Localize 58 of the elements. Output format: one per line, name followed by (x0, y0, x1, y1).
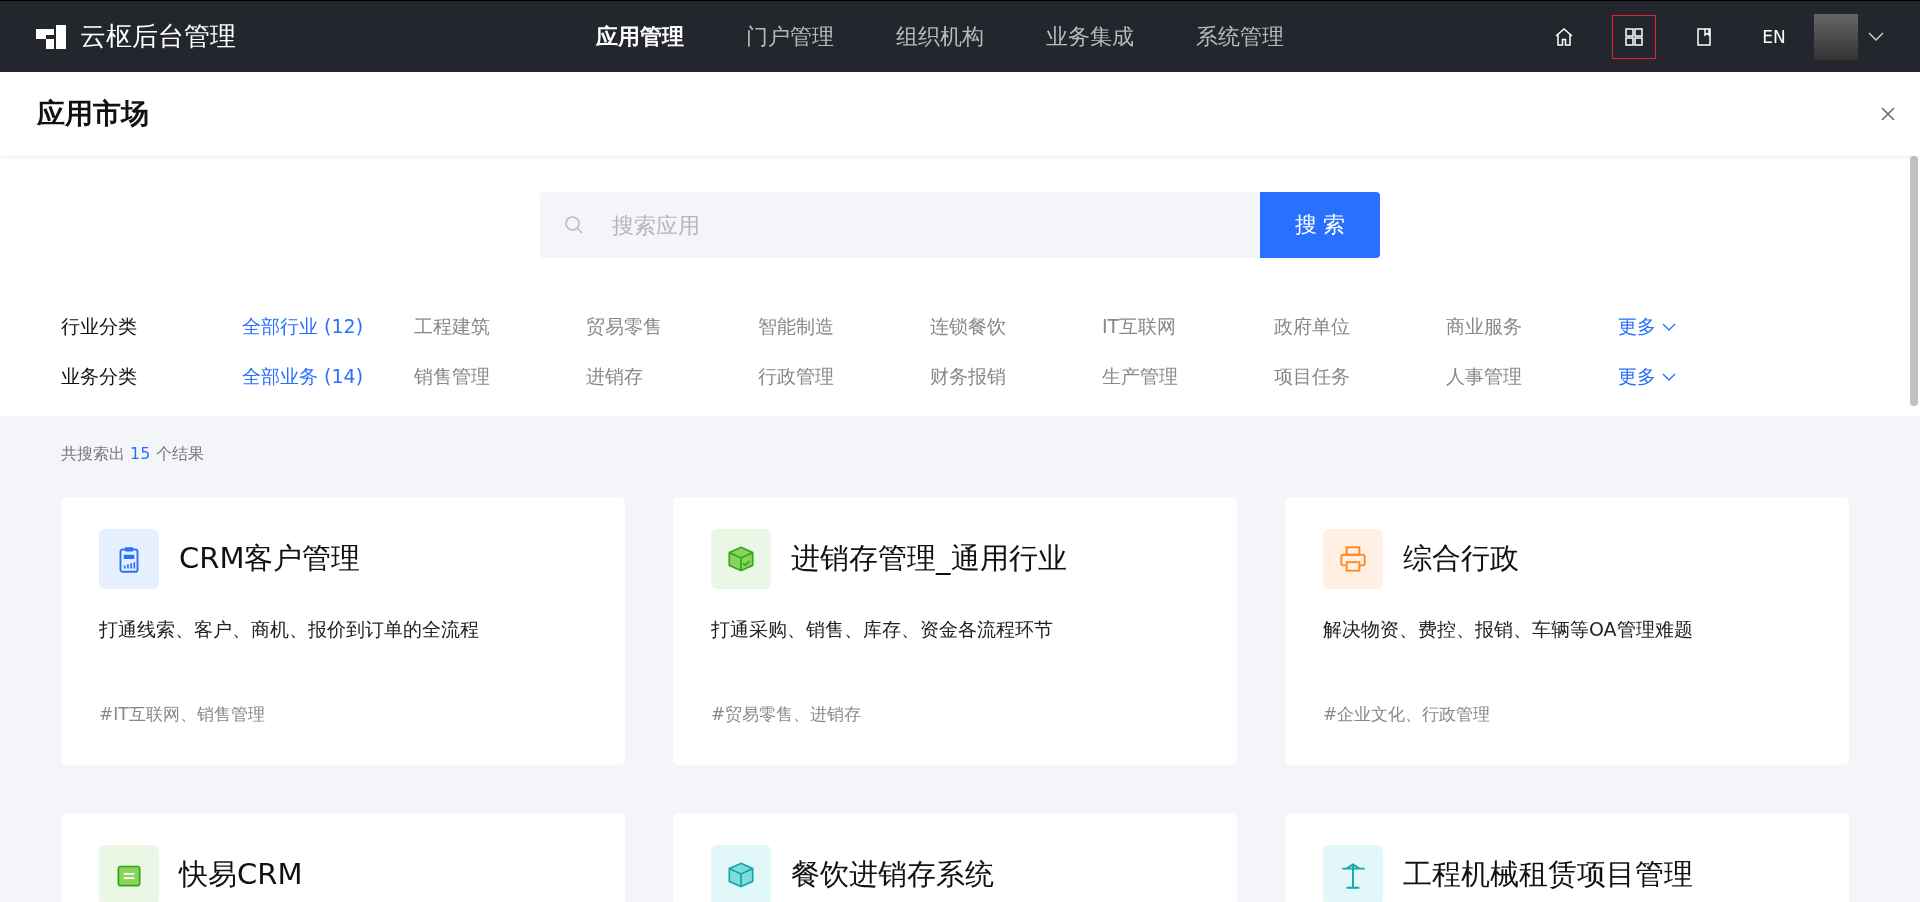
app-title: 工程机械租赁项目管理 (1403, 856, 1693, 893)
app-card[interactable]: CRM客户管理 打通线索、客户、商机、报价到订单的全流程 #IT互联网、销售管理 (61, 497, 625, 765)
nav-tab[interactable]: 组织机构 (896, 21, 984, 52)
app-tags: #企业文化、行政管理 (1323, 703, 1811, 726)
filter-option[interactable]: 进销存 (586, 364, 758, 390)
filter-option[interactable]: 销售管理 (414, 364, 586, 390)
filter-option[interactable]: 人事管理 (1446, 364, 1618, 390)
filter-label: 行业分类 (61, 314, 138, 339)
filter-option[interactable]: 智能制造 (758, 314, 930, 340)
chevron-down-icon[interactable] (1662, 322, 1676, 332)
app-card[interactable]: 进销存管理_通用行业 打通采购、销售、库存、资金各流程环节 #贸易零售、进销存 (673, 497, 1237, 765)
app-card[interactable]: 快易CRM (61, 813, 625, 902)
nav-tab[interactable]: 系统管理 (1196, 21, 1284, 52)
app-card[interactable]: 工程机械租赁项目管理 (1285, 813, 1849, 902)
filter-option[interactable]: 行政管理 (758, 364, 930, 390)
app-card[interactable]: 综合行政 解决物资、费控、报销、车辆等OA管理难题 #企业文化、行政管理 (1285, 497, 1849, 765)
app-description: 解决物资、费控、报销、车辆等OA管理难题 (1323, 617, 1694, 642)
app-title: 综合行政 (1403, 540, 1519, 577)
app-description: 打通线索、客户、商机、报价到订单的全流程 (99, 617, 480, 642)
language-button[interactable]: EN (1752, 14, 1796, 59)
filter-option[interactable]: 项目任务 (1274, 364, 1446, 390)
search-button[interactable]: 搜 索 (1260, 192, 1380, 258)
filter-option[interactable]: 贸易零售 (586, 314, 758, 340)
filter-option[interactable]: IT互联网 (1102, 314, 1274, 340)
filter-option[interactable]: 连锁餐饮 (930, 314, 1102, 340)
filter-option[interactable]: 商业服务 (1446, 314, 1618, 340)
app-title: 餐饮进销存系统 (791, 856, 994, 893)
filter-option[interactable]: 政府单位 (1274, 314, 1446, 340)
app-title: CRM客户管理 (179, 540, 361, 577)
more-dropdown[interactable]: 更多 (1618, 364, 1676, 390)
page-title: 应用市场 (37, 96, 149, 132)
filter-option[interactable]: 生产管理 (1102, 364, 1274, 390)
nav-tab[interactable]: 门户管理 (746, 21, 834, 52)
filter-label: 业务分类 (61, 364, 138, 389)
caret-icon[interactable] (1868, 31, 1884, 42)
avatar[interactable] (1814, 13, 1858, 60)
app-title: 云枢后台管理 (80, 20, 236, 53)
search-icon (564, 215, 584, 235)
nav-tab[interactable]: 应用管理 (596, 21, 684, 52)
chevron-down-icon[interactable] (1662, 372, 1676, 382)
more-dropdown[interactable]: 更多 (1618, 314, 1676, 340)
filter-option[interactable]: 财务报销 (930, 364, 1102, 390)
app-tags: #贸易零售、进销存 (711, 703, 1199, 726)
nav-tab[interactable]: 业务集成 (1046, 21, 1134, 52)
app-card[interactable]: 餐饮进销存系统 (673, 813, 1237, 902)
grid-icon[interactable] (1612, 14, 1656, 59)
app-description: 打通采购、销售、库存、资金各流程环节 (711, 617, 1054, 642)
logo-icon (36, 24, 66, 49)
app-tags: #IT互联网、销售管理 (99, 703, 587, 726)
filter-option[interactable]: 全部行业 (12) (242, 314, 414, 340)
filter-option[interactable]: 工程建筑 (414, 314, 586, 340)
app-title: 进销存管理_通用行业 (791, 540, 1067, 577)
app-title: 快易CRM (179, 856, 303, 893)
filter-option[interactable]: 全部业务 (14) (242, 364, 414, 390)
scrollbar[interactable] (1910, 156, 1918, 406)
result-count: 共搜索出 15 个结果 (61, 444, 205, 465)
close-icon[interactable] (1880, 106, 1896, 122)
search-field[interactable]: 搜索应用 (540, 192, 1260, 258)
